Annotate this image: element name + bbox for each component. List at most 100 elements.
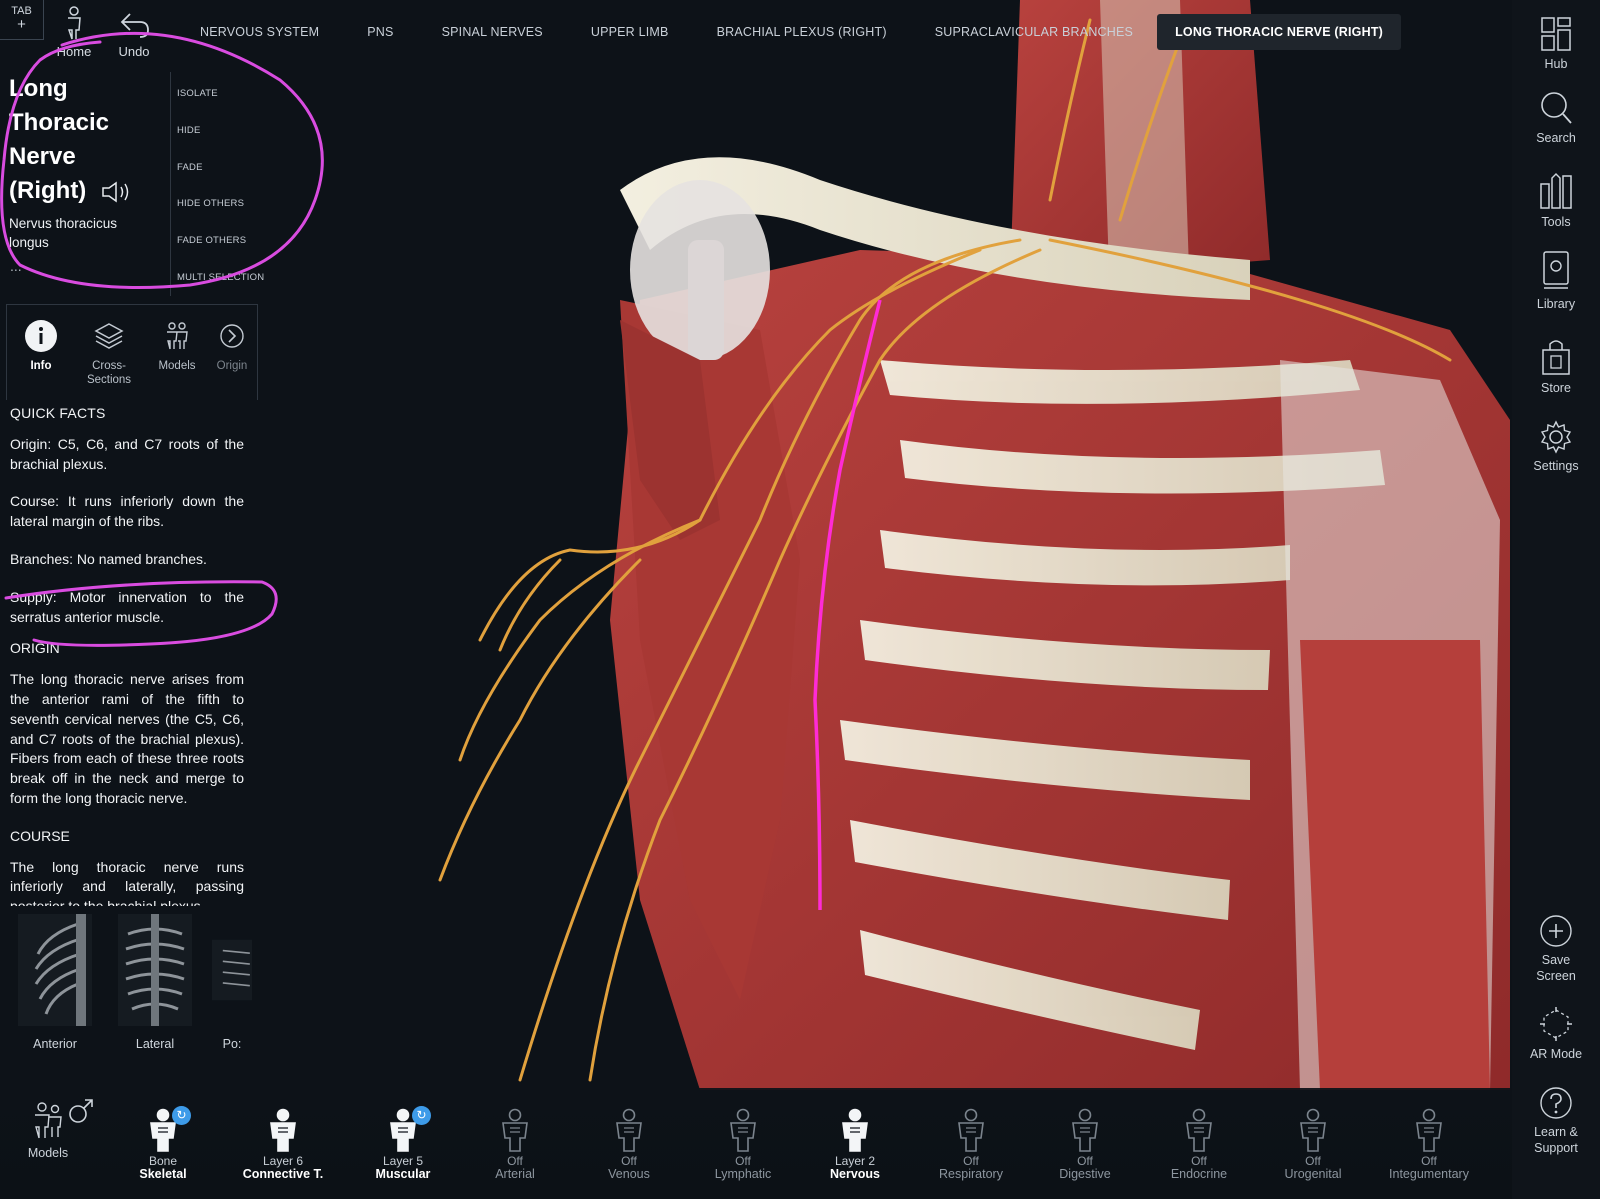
layer-nervous-button[interactable]: Layer 2 Nervous xyxy=(800,1104,910,1181)
learn-support-button[interactable]: Learn & Support xyxy=(1512,1086,1600,1156)
library-button[interactable]: Library xyxy=(1512,250,1600,312)
layer-name: Connective T. xyxy=(242,1167,324,1181)
fade-others-button[interactable]: FADE OTHERS xyxy=(177,235,246,246)
breadcrumb: NERVOUS SYSTEM PNS SPINAL NERVES UPPER L… xyxy=(176,14,1402,50)
layer-lymphatic-button[interactable]: Off Lymphatic xyxy=(688,1104,798,1181)
tab-cross-sections-label: Cross-Sections xyxy=(86,360,132,386)
tab-origin[interactable]: Origin xyxy=(207,317,257,373)
panel-tabs: Info Cross-Sections Models Origin xyxy=(6,304,258,400)
speaker-icon[interactable] xyxy=(101,181,135,203)
gland-icon xyxy=(1144,1104,1254,1152)
breadcrumb-spinal-nerves[interactable]: SPINAL NERVES xyxy=(418,14,567,50)
layer-digestive-button[interactable]: Off Digestive xyxy=(1030,1104,1140,1181)
layer-name: Integumentary xyxy=(1389,1167,1469,1181)
skeleton-lateral-thumbnail xyxy=(118,914,192,1026)
muscle-icon: ↻ xyxy=(348,1104,458,1152)
learn-support-label: Learn & Support xyxy=(1534,1125,1578,1155)
models-icon xyxy=(167,322,188,350)
lymph-icon xyxy=(688,1104,798,1152)
origin-fact: Origin: C5, C6, and C7 roots of the brac… xyxy=(10,435,244,472)
stomach-icon xyxy=(1030,1104,1140,1152)
tools-icon xyxy=(1540,172,1572,209)
action-menu: ISOLATE HIDE FADE HIDE OTHERS FADE OTHER… xyxy=(170,72,264,296)
home-figure-icon xyxy=(67,6,81,40)
tab-info-label: Info xyxy=(30,360,52,372)
save-screen-button[interactable]: Save Screen xyxy=(1512,914,1600,984)
nerve-icon xyxy=(800,1104,910,1152)
artery-icon xyxy=(460,1104,570,1152)
skeleton-anterior-thumbnail xyxy=(18,914,92,1026)
breadcrumb-upper-limb[interactable]: UPPER LIMB xyxy=(567,14,693,50)
layer-urogenital-button[interactable]: Off Urogenital xyxy=(1258,1104,1368,1181)
thumbnail-posterior-label: Po: xyxy=(222,1037,242,1051)
undo-icon xyxy=(120,13,149,38)
hide-button[interactable]: HIDE xyxy=(177,125,201,136)
layer-name: Digestive xyxy=(1059,1167,1111,1181)
thumbnail-posterior[interactable]: Po: xyxy=(210,914,254,1051)
undo-button[interactable]: Undo xyxy=(114,6,154,59)
layer-skeletal-button[interactable]: ↻ Bone Skeletal xyxy=(108,1104,218,1181)
layer-venous-button[interactable]: Off Venous xyxy=(574,1104,684,1181)
connective-tissue-icon xyxy=(228,1104,338,1152)
layer-arterial-button[interactable]: Off Arterial xyxy=(460,1104,570,1181)
store-label: Store xyxy=(1541,381,1571,395)
multi-selection-button[interactable]: MULTI SELECTION xyxy=(177,272,264,283)
layer-name: Muscular xyxy=(375,1167,431,1181)
kidney-icon xyxy=(1258,1104,1368,1152)
tools-button[interactable]: Tools xyxy=(1512,172,1600,230)
skeleton-posterior-thumbnail xyxy=(212,939,252,1001)
male-sex-icon[interactable] xyxy=(68,1098,94,1124)
search-button[interactable]: Search xyxy=(1512,90,1600,146)
layer-integumentary-button[interactable]: Off Integumentary xyxy=(1374,1104,1484,1181)
layer-name: Respiratory xyxy=(939,1167,1003,1181)
tab-models[interactable]: Models xyxy=(143,317,211,373)
tab-info[interactable]: Info xyxy=(7,317,75,373)
search-icon xyxy=(1541,92,1572,124)
breadcrumb-brachial-plexus[interactable]: BRACHIAL PLEXUS (RIGHT) xyxy=(693,14,911,50)
tab-models-label: Models xyxy=(158,360,196,372)
layer-connective-t-button[interactable]: Layer 6 Connective T. xyxy=(228,1104,338,1181)
thumbnail-lateral[interactable]: Lateral xyxy=(110,914,200,1051)
layer-name: Nervous xyxy=(829,1167,881,1181)
tab-cross-sections[interactable]: Cross-Sections xyxy=(75,317,143,387)
breadcrumb-pns[interactable]: PNS xyxy=(343,14,417,50)
plus-icon xyxy=(1540,915,1572,947)
structure-title: Long Thoracic Nerve (Right) xyxy=(9,72,159,208)
new-tab-button[interactable]: TAB + xyxy=(0,0,44,40)
ar-mode-label: AR Mode xyxy=(1529,1047,1583,1061)
breadcrumb-nervous-system[interactable]: NERVOUS SYSTEM xyxy=(176,14,343,50)
skin-icon xyxy=(1374,1104,1484,1152)
structure-title-text: Long Thoracic Nerve (Right) xyxy=(9,75,110,204)
hide-others-button[interactable]: HIDE OTHERS xyxy=(177,198,244,209)
sync-badge-icon: ↻ xyxy=(412,1106,431,1125)
thumbnail-anterior[interactable]: Anterior xyxy=(10,914,100,1051)
breadcrumb-long-thoracic-nerve[interactable]: LONG THORACIC NERVE (RIGHT) xyxy=(1157,14,1402,50)
store-button[interactable]: Store xyxy=(1512,338,1600,396)
isolate-button[interactable]: ISOLATE xyxy=(177,88,218,99)
hub-button[interactable]: Hub xyxy=(1512,16,1600,72)
layers-icon xyxy=(94,323,124,349)
info-scroll-area[interactable]: QUICK FACTS Origin: C5, C6, and C7 roots… xyxy=(10,404,244,906)
fade-button[interactable]: FADE xyxy=(177,162,203,173)
ar-mode-button[interactable]: AR Mode xyxy=(1512,1006,1600,1062)
breadcrumb-supraclavicular-branches[interactable]: SUPRACLAVICULAR BRANCHES xyxy=(911,14,1157,50)
library-label: Library xyxy=(1536,297,1576,311)
layer-muscular-button[interactable]: ↻ Layer 5 Muscular xyxy=(348,1104,458,1181)
info-icon xyxy=(25,320,57,352)
search-label: Search xyxy=(1536,131,1576,145)
layer-respiratory-button[interactable]: Off Respiratory xyxy=(916,1104,1026,1181)
latin-name: Nervus thoracicus longus xyxy=(9,216,118,250)
save-screen-label: Save Screen xyxy=(1536,953,1576,983)
undo-label: Undo xyxy=(118,44,150,59)
quick-facts-heading: QUICK FACTS xyxy=(10,405,106,421)
more-button[interactable]: ... xyxy=(10,258,22,274)
layer-endocrine-button[interactable]: Off Endocrine xyxy=(1144,1104,1254,1181)
tools-label: Tools xyxy=(1541,215,1571,229)
library-icon xyxy=(1543,251,1569,289)
settings-button[interactable]: Settings xyxy=(1512,420,1600,474)
hub-label: Hub xyxy=(1544,57,1568,71)
home-button[interactable]: Home xyxy=(56,6,92,59)
tab-origin-label: Origin xyxy=(216,360,248,372)
hub-icon xyxy=(1541,17,1571,51)
sync-badge-icon: ↻ xyxy=(172,1106,191,1125)
